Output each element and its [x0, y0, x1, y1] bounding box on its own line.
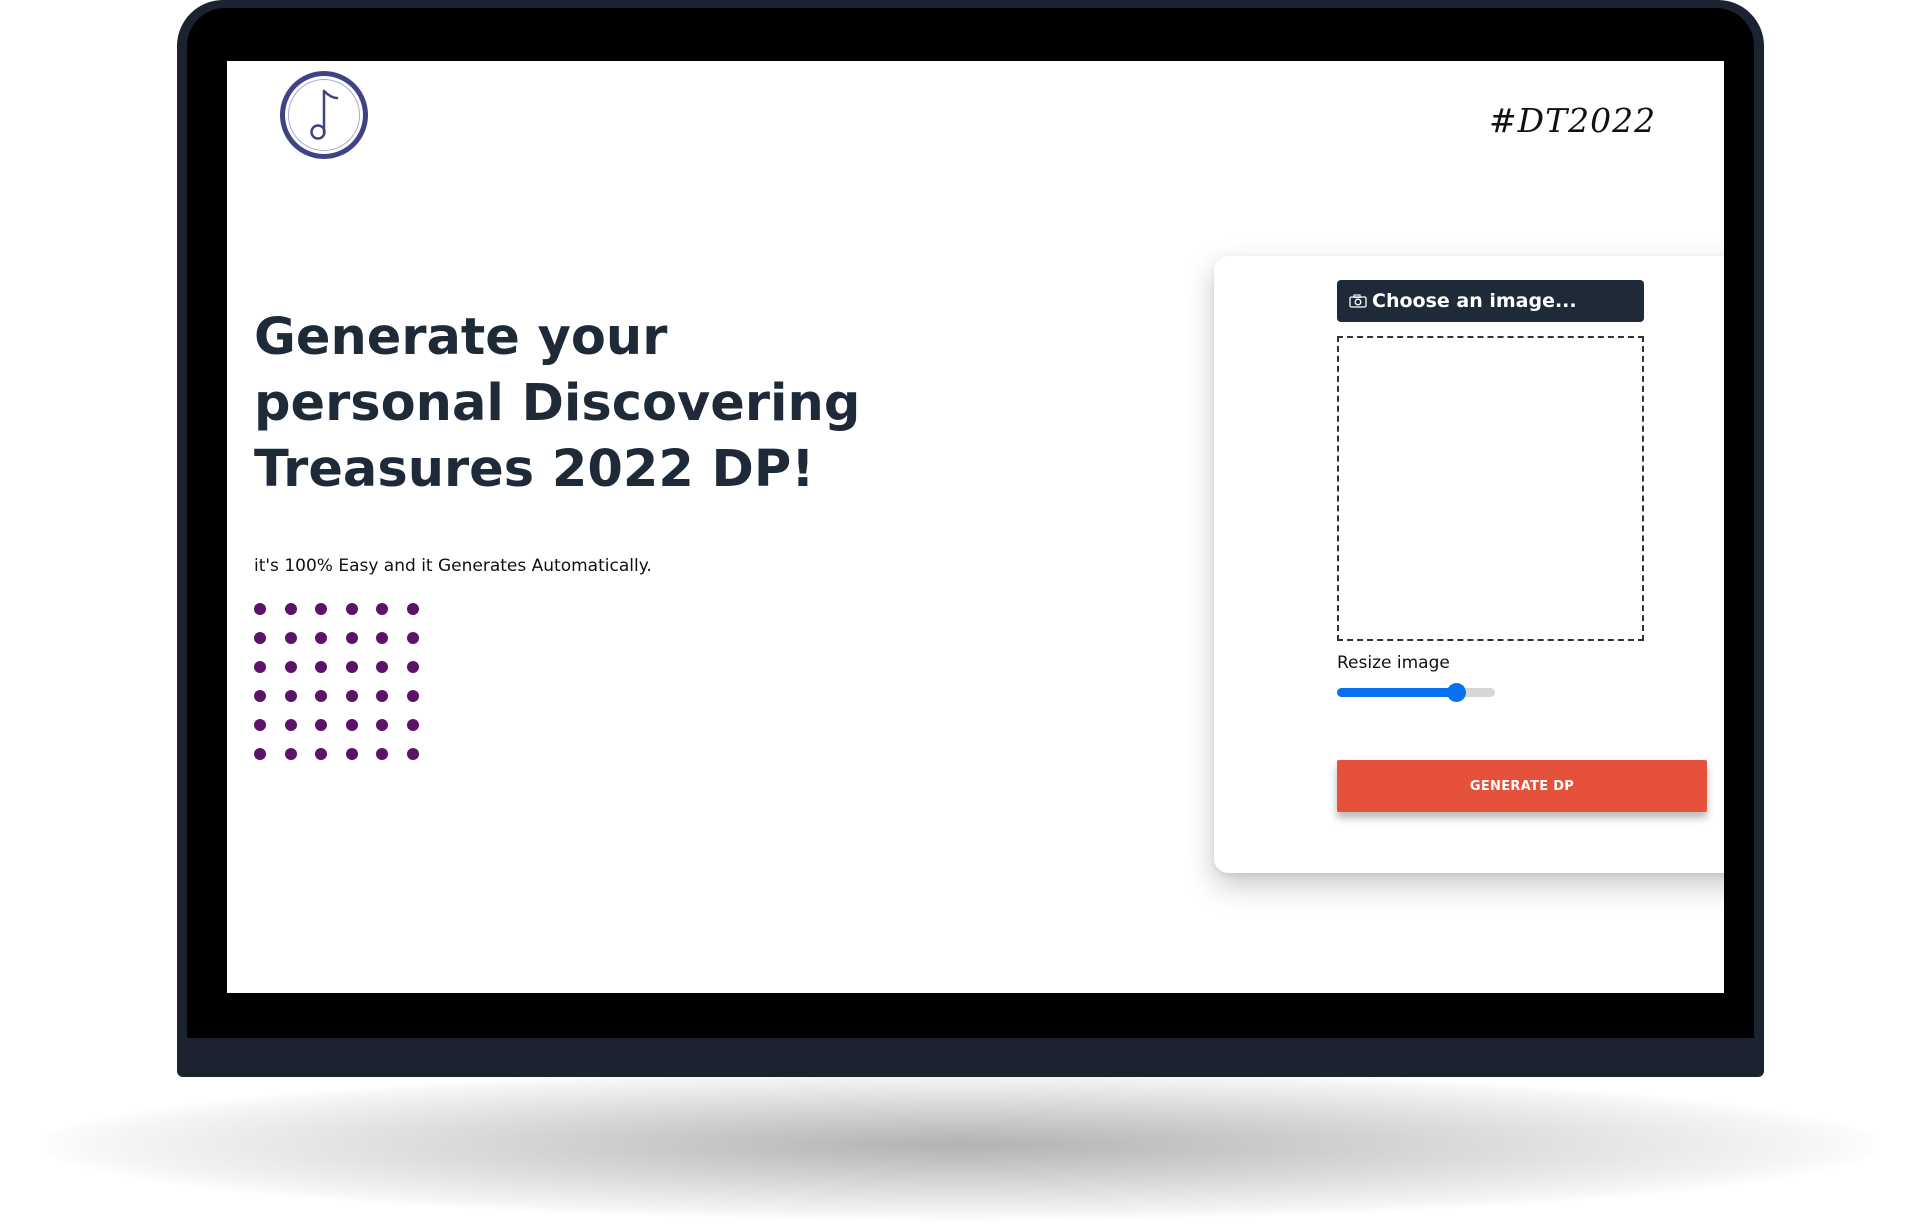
camera-icon: [1349, 294, 1367, 308]
decorative-dot: [406, 661, 419, 673]
screen: #DT2022 Generate your personal Discoveri…: [227, 61, 1724, 993]
decorative-dot: [345, 661, 358, 673]
page-headline: Generate your personal Discovering Treas…: [254, 308, 861, 499]
decorative-dot: [376, 690, 388, 702]
resize-slider[interactable]: [1337, 683, 1495, 702]
decorative-dot: [345, 603, 358, 615]
decorative-dot: [315, 632, 327, 644]
decorative-dot: [315, 603, 327, 615]
decorative-dot: [315, 661, 327, 673]
dp-generator-card: Choose an image... Resize image GENERATE…: [1214, 256, 1724, 873]
decorative-dot: [345, 632, 358, 644]
decorative-dot: [345, 748, 358, 760]
campaign-hashtag: #DT2022: [1489, 101, 1657, 140]
decorative-dot: [254, 719, 266, 731]
decorative-dot: [376, 748, 388, 760]
decorative-dot: [406, 603, 419, 615]
decorative-dot: [345, 719, 358, 731]
decorative-dot: [376, 603, 388, 615]
generate-dp-label: GENERATE DP: [1469, 778, 1575, 794]
laptop-frame: #DT2022 Generate your personal Discoveri…: [177, 0, 1764, 1077]
decorative-dot: [376, 632, 388, 644]
site-logo[interactable]: [280, 71, 368, 159]
generate-dp-button[interactable]: GENERATE DP: [1337, 760, 1707, 812]
resize-label: Resize image: [1337, 653, 1450, 673]
laptop-bezel: #DT2022 Generate your personal Discoveri…: [187, 8, 1754, 1038]
decorative-dot: [315, 719, 327, 731]
decorative-dot-grid: [254, 603, 429, 760]
decorative-dot: [254, 690, 266, 702]
resize-slider-fill: [1337, 688, 1456, 697]
decorative-dot: [254, 748, 266, 760]
image-preview-area[interactable]: [1337, 336, 1644, 641]
decorative-dot: [254, 661, 266, 673]
decorative-dot: [284, 748, 297, 760]
resize-slider-thumb[interactable]: [1446, 683, 1466, 702]
decorative-dot: [284, 603, 297, 615]
decorative-dot: [284, 661, 297, 673]
decorative-dot: [406, 632, 419, 644]
decorative-dot: [284, 719, 297, 731]
decorative-dot: [254, 632, 266, 644]
device-shadow: [40, 1070, 1880, 1220]
decorative-dot: [376, 719, 388, 731]
decorative-dot: [406, 748, 419, 760]
decorative-dot: [406, 719, 419, 731]
decorative-dot: [254, 603, 266, 615]
choose-image-label: Choose an image...: [1372, 290, 1577, 312]
decorative-dot: [406, 690, 419, 702]
choose-image-button[interactable]: Choose an image...: [1337, 280, 1644, 322]
decorative-dot: [315, 690, 327, 702]
hero-subtext: it's 100% Easy and it Generates Automati…: [254, 556, 652, 576]
decorative-dot: [284, 690, 297, 702]
decorative-dot: [376, 661, 388, 673]
decorative-dot: [345, 690, 358, 702]
music-note-icon: [310, 89, 339, 140]
decorative-dot: [284, 632, 297, 644]
decorative-dot: [315, 748, 327, 760]
